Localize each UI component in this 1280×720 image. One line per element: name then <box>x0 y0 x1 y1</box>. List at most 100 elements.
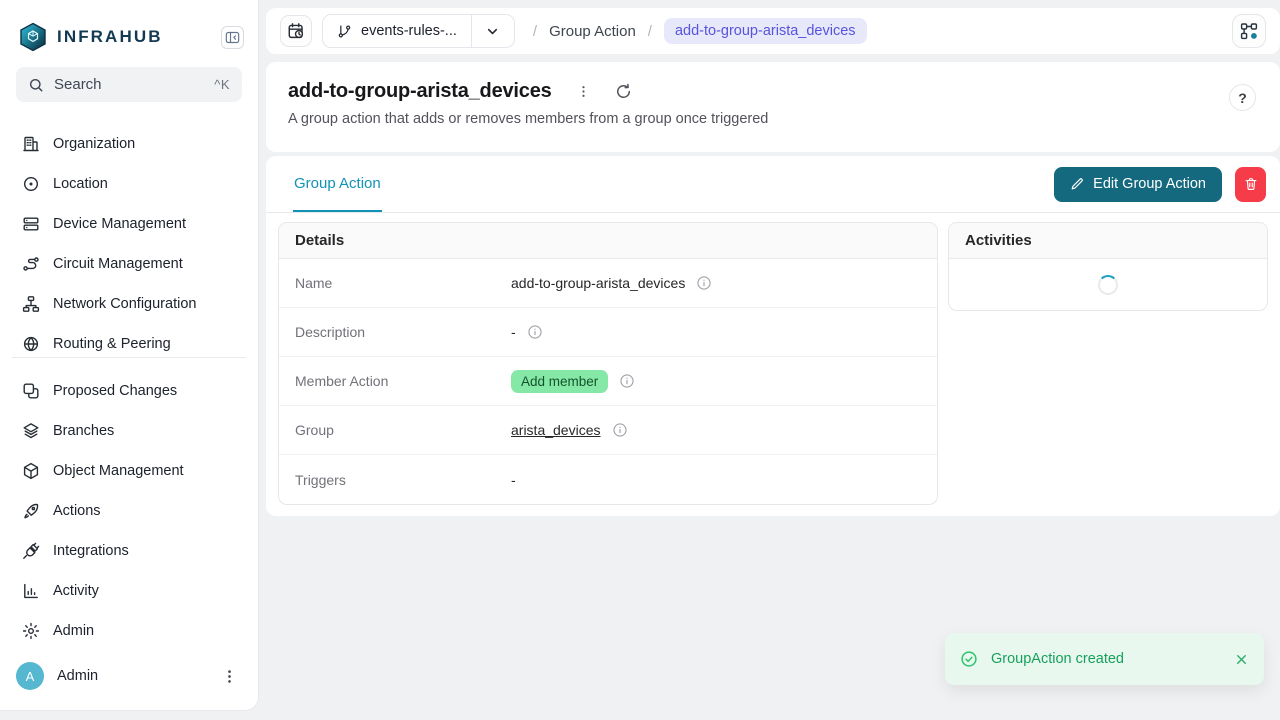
activities-card: Activities <box>948 222 1268 311</box>
search-shortcut: ^K <box>214 77 230 92</box>
info-icon[interactable] <box>619 373 635 389</box>
sidebar-item-integrations[interactable]: Integrations <box>12 531 246 571</box>
sidebar-item-label: Organization <box>53 136 135 152</box>
sidebar-item-activity[interactable]: Activity <box>12 571 246 611</box>
chevron-down-icon <box>485 24 500 39</box>
toast-notification: GroupAction created <box>945 633 1264 685</box>
close-icon <box>1234 652 1249 667</box>
loading-spinner <box>1098 275 1118 295</box>
breadcrumb-current[interactable]: add-to-group-arista_devices <box>664 18 867 44</box>
sidebar: INFRAHUB Search ^K Organization <box>0 0 259 711</box>
toast-close-button[interactable] <box>1234 652 1249 667</box>
sidebar-item-network-configuration[interactable]: Network Configuration <box>12 284 246 324</box>
sidebar-item-label: Object Management <box>53 463 184 479</box>
sidebar-item-label: Activity <box>53 583 99 599</box>
diff-icon <box>22 382 40 400</box>
sidebar-item-label: Routing & Peering <box>53 336 171 352</box>
page-description: A group action that adds or removes memb… <box>288 111 1258 127</box>
info-icon[interactable] <box>696 275 712 291</box>
info-icon[interactable] <box>612 422 628 438</box>
sidebar-item-actions[interactable]: Actions <box>12 491 246 531</box>
sidebar-menu-primary: Organization Location Device Management … <box>12 114 246 358</box>
sidebar-item-label: Admin <box>53 623 94 639</box>
page-header: add-to-group-arista_devices A group acti… <box>266 62 1280 152</box>
git-branch-icon <box>337 24 352 39</box>
sidebar-header: INFRAHUB <box>0 0 258 57</box>
sidebar-item-object-management[interactable]: Object Management <box>12 451 246 491</box>
app-root: INFRAHUB Search ^K Organization <box>0 0 1280 720</box>
details-card: Details Name add-to-group-arista_devices… <box>278 222 938 505</box>
search-placeholder: Search <box>54 76 102 93</box>
gear-icon <box>22 622 40 640</box>
time-travel-button[interactable] <box>280 15 312 47</box>
plug-icon <box>22 542 40 560</box>
delete-button[interactable] <box>1235 167 1266 202</box>
search-icon <box>28 77 44 93</box>
hierarchy-icon <box>22 295 40 313</box>
sidebar-item-admin[interactable]: Admin <box>12 611 246 651</box>
building-icon <box>22 135 40 153</box>
breadcrumb-section[interactable]: Group Action <box>549 23 636 40</box>
activities-card-title: Activities <box>949 223 1267 259</box>
check-circle-icon <box>960 650 978 668</box>
branch-name: events-rules-... <box>361 23 457 39</box>
activities-body <box>949 259 1267 310</box>
info-icon[interactable] <box>527 324 543 340</box>
user-menu[interactable]: A Admin <box>0 648 258 710</box>
layers-icon <box>22 422 40 440</box>
title-kebab-button[interactable] <box>576 84 591 99</box>
infrahub-logo-icon <box>18 22 48 52</box>
tab-group-action[interactable]: Group Action <box>293 156 382 212</box>
edit-button-label: Edit Group Action <box>1093 176 1206 192</box>
help-button[interactable]: ? <box>1229 84 1256 111</box>
refresh-button[interactable] <box>615 83 632 100</box>
sidebar-item-branches[interactable]: Branches <box>12 411 246 451</box>
detail-row-triggers: Triggers - <box>279 455 937 504</box>
schema-button[interactable] <box>1232 14 1266 48</box>
sidebar-item-routing-peering[interactable]: Routing & Peering <box>12 324 246 358</box>
branch-selector[interactable]: events-rules-... <box>322 14 515 48</box>
member-action-badge: Add member <box>511 370 608 393</box>
detail-value: add-to-group-arista_devices <box>511 275 685 291</box>
avatar: A <box>16 662 44 690</box>
collapse-sidebar-button[interactable] <box>221 26 244 49</box>
sidebar-item-label: Integrations <box>53 543 129 559</box>
detail-label: Member Action <box>295 373 511 389</box>
user-menu-kebab-button[interactable] <box>221 668 238 685</box>
sidebar-item-label: Branches <box>53 423 114 439</box>
bar-chart-icon <box>22 582 40 600</box>
sidebar-item-circuit-management[interactable]: Circuit Management <box>12 244 246 284</box>
route-icon <box>22 255 40 273</box>
sidebar-menu-secondary: Proposed Changes Branches Object Managem… <box>12 358 246 651</box>
sidebar-item-label: Actions <box>53 503 101 519</box>
detail-label: Group <box>295 422 511 438</box>
sidebar-item-location[interactable]: Location <box>12 164 246 204</box>
sidebar-item-label: Circuit Management <box>53 256 183 272</box>
detail-row-group: Group arista_devices <box>279 406 937 455</box>
topbar: events-rules-... / Group Action / add-to… <box>266 8 1280 54</box>
detail-label: Name <box>295 275 511 291</box>
sidebar-item-device-management[interactable]: Device Management <box>12 204 246 244</box>
sidebar-item-label: Device Management <box>53 216 186 232</box>
search-input[interactable]: Search ^K <box>16 67 242 102</box>
detail-value: - <box>511 472 516 488</box>
breadcrumb-separator: / <box>533 23 537 40</box>
location-target-icon <box>22 175 40 193</box>
tab-bar: Group Action Edit Group Action <box>266 156 1280 213</box>
title-row: add-to-group-arista_devices <box>288 80 1258 103</box>
page-title: add-to-group-arista_devices <box>288 80 552 103</box>
breadcrumb-separator: / <box>648 23 652 40</box>
branch-selector-caret[interactable] <box>472 15 514 47</box>
detail-row-member-action: Member Action Add member <box>279 357 937 406</box>
main-panel: Group Action Edit Group Action Details <box>266 156 1280 516</box>
pencil-icon <box>1070 177 1084 191</box>
edit-group-action-button[interactable]: Edit Group Action <box>1054 167 1222 202</box>
detail-label: Description <box>295 324 511 340</box>
group-link[interactable]: arista_devices <box>511 422 601 438</box>
user-name: Admin <box>57 668 98 684</box>
sidebar-item-organization[interactable]: Organization <box>12 124 246 164</box>
sidebar-item-proposed-changes[interactable]: Proposed Changes <box>12 371 246 411</box>
branch-selector-value: events-rules-... <box>323 15 471 47</box>
detail-row-description: Description - <box>279 308 937 357</box>
details-card-title: Details <box>279 223 937 259</box>
